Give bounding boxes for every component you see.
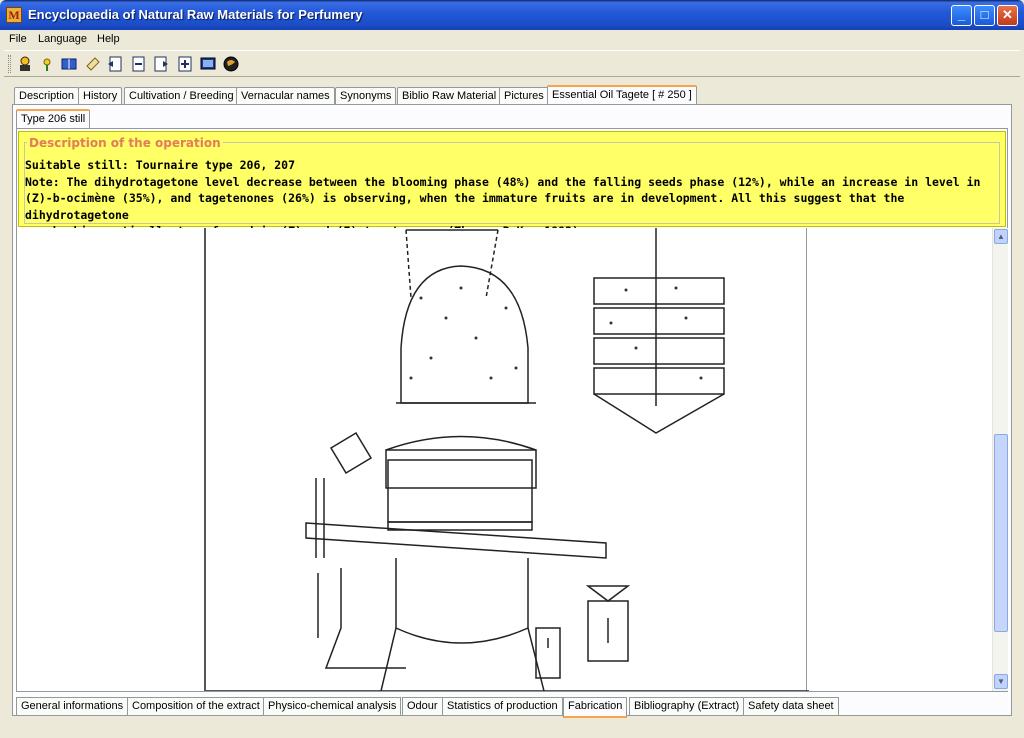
- maximize-button[interactable]: □: [974, 5, 995, 26]
- toolbar-grip[interactable]: [8, 55, 11, 73]
- tab-essential-oil-tagete[interactable]: Essential Oil Tagete [ # 250 ]: [547, 85, 697, 106]
- screen-icon: [200, 57, 216, 70]
- title-bar: M Encyclopaedia of Natural Raw Materials…: [0, 0, 1024, 30]
- vertical-scrollbar[interactable]: ▲ ▼: [992, 228, 1008, 691]
- still-diagram-image: [204, 228, 809, 691]
- subtab-type-206-still[interactable]: Type 206 still: [16, 109, 91, 130]
- document-right-icon: [154, 56, 168, 72]
- image-viewport: [18, 228, 992, 691]
- scroll-down-button[interactable]: ▼: [994, 674, 1008, 689]
- tab-general-informations[interactable]: General informations: [16, 697, 129, 716]
- tab-physico-chemical-analysis[interactable]: Physico-chemical analysis: [263, 697, 402, 716]
- toolbar-button-globe[interactable]: [222, 55, 240, 73]
- notebook-icon: [86, 57, 100, 71]
- toolbar-button-doc-left[interactable]: [106, 55, 124, 73]
- toolbar-button-doc-arrows[interactable]: [129, 55, 147, 73]
- minimize-icon: _: [957, 7, 966, 22]
- document-left-icon: [108, 56, 122, 72]
- close-button[interactable]: ✕: [997, 5, 1018, 26]
- maximize-icon: □: [980, 7, 989, 22]
- scroll-thumb[interactable]: [994, 434, 1008, 632]
- menu-file[interactable]: File: [9, 33, 27, 45]
- flower-icon: [43, 58, 51, 71]
- tab-bibliography-extract[interactable]: Bibliography (Extract): [629, 697, 745, 716]
- arrow-down-icon: ▼: [997, 677, 1005, 686]
- menu-language[interactable]: Language: [38, 33, 87, 45]
- toolbar-button-screen[interactable]: [199, 55, 217, 73]
- description-box: Description of the operation Suitable st…: [18, 131, 1006, 238]
- tab-odour[interactable]: Odour: [402, 697, 443, 716]
- document-arrows-icon: [132, 56, 145, 72]
- toolbar: [4, 50, 1020, 77]
- tab-fabrication[interactable]: Fabrication: [563, 697, 628, 718]
- menu-bar: File Language Help: [4, 30, 1020, 49]
- description-legend: Description of the operation: [27, 136, 223, 150]
- toolbar-button-person[interactable]: [16, 55, 34, 73]
- tab-statistics-of-production[interactable]: Statistics of production: [442, 697, 563, 716]
- toolbar-button-notebook[interactable]: [84, 55, 102, 73]
- description-line-3: (Z)-b-ocimène (35%), and tagetenones (26…: [25, 191, 905, 222]
- app-icon: M: [6, 7, 22, 23]
- person-icon: [20, 56, 30, 71]
- document-plus-icon: [178, 56, 192, 72]
- globe-icon: [223, 56, 239, 72]
- close-icon: ✕: [1002, 7, 1013, 22]
- menu-help[interactable]: Help: [97, 33, 120, 45]
- toolbar-button-doc-plus[interactable]: [176, 55, 194, 73]
- tab-composition-of-the-extract[interactable]: Composition of the extract: [127, 697, 265, 716]
- window-title: Encyclopaedia of Natural Raw Materials f…: [28, 7, 363, 22]
- description-line-2: Note: The dihydrotagetone level decrease…: [25, 174, 981, 189]
- minimize-button[interactable]: _: [951, 5, 972, 26]
- book-icon: [61, 58, 77, 70]
- still-drawing: [206, 228, 809, 691]
- toolbar-button-book[interactable]: [60, 55, 78, 73]
- scroll-up-button[interactable]: ▲: [994, 229, 1008, 244]
- tab-safety-data-sheet[interactable]: Safety data sheet: [743, 697, 839, 716]
- status-bar: [4, 722, 1020, 734]
- toolbar-button-flower[interactable]: [38, 55, 56, 73]
- toolbar-button-doc-right[interactable]: [152, 55, 170, 73]
- description-line-1: Suitable still: Tournaire type 206, 207: [25, 158, 296, 172]
- arrow-up-icon: ▲: [997, 232, 1005, 241]
